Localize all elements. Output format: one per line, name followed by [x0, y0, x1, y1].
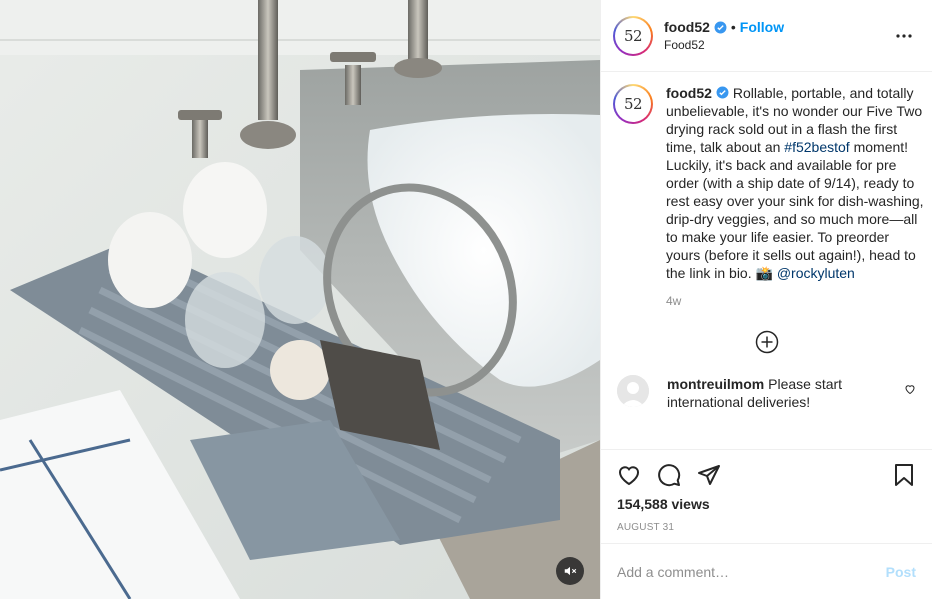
instagram-post: 52 food52 • Follow Food52 52 food52 Roll…: [0, 0, 932, 599]
caption-text-after: moment! Luckily, it's back and available…: [666, 139, 924, 281]
view-count[interactable]: 154,588 views: [617, 496, 916, 512]
post-video[interactable]: [0, 0, 600, 599]
action-bar: [617, 450, 916, 500]
verified-badge-icon: [714, 21, 727, 33]
add-comment-bar: Post: [601, 543, 932, 599]
commenter-avatar[interactable]: [617, 375, 649, 407]
post-side-panel: 52 food52 • Follow Food52 52 food52 Roll…: [600, 0, 932, 599]
bookmark-icon[interactable]: [892, 463, 916, 487]
follow-button[interactable]: Follow: [740, 19, 784, 35]
comment-input[interactable]: [617, 563, 886, 580]
separator-dot: •: [730, 19, 736, 35]
actions-area: 154,588 views AUGUST 31: [601, 449, 932, 543]
caption-age: 4w: [666, 294, 682, 308]
caption-text: food52 Rollable, portable, and totally un…: [666, 84, 924, 282]
post-header: 52 food52 • Follow Food52: [601, 0, 932, 72]
mention-link[interactable]: @rockyluten: [777, 265, 855, 281]
verified-badge-icon: [716, 86, 729, 99]
hashtag-link[interactable]: #f52bestof: [784, 139, 849, 155]
more-options-button[interactable]: [892, 24, 916, 48]
default-avatar-icon: [617, 375, 649, 407]
caption-username[interactable]: food52: [666, 85, 712, 101]
avatar-logo-text: 52: [623, 26, 643, 45]
post-comment-button[interactable]: Post: [886, 564, 916, 580]
muted-speaker-icon: [564, 566, 577, 576]
more-horizontal-icon: [896, 33, 912, 38]
comment-heart-icon[interactable]: [904, 383, 916, 395]
author-avatar[interactable]: 52: [613, 15, 653, 56]
paper-plane-icon[interactable]: [697, 463, 721, 487]
heart-icon[interactable]: [617, 463, 641, 487]
post-location[interactable]: Food52: [664, 38, 892, 52]
post-date[interactable]: AUGUST 31: [617, 522, 916, 533]
mute-button[interactable]: [556, 557, 584, 585]
post-caption: 52 food52 Rollable, portable, and totally…: [613, 84, 924, 308]
comments-section: 52 food52 Rollable, portable, and totally…: [601, 72, 932, 449]
comment-icon[interactable]: [657, 463, 681, 487]
caption-avatar[interactable]: 52: [613, 84, 653, 124]
author-username[interactable]: food52: [664, 19, 710, 35]
plus-circle-icon[interactable]: [755, 330, 779, 354]
commenter-username[interactable]: montreuilmom: [667, 376, 764, 392]
comment-item: montreuilmom Please start international …: [613, 375, 920, 411]
sink-drying-rack-image: [0, 0, 600, 599]
avatar-logo-text: 52: [623, 95, 643, 113]
